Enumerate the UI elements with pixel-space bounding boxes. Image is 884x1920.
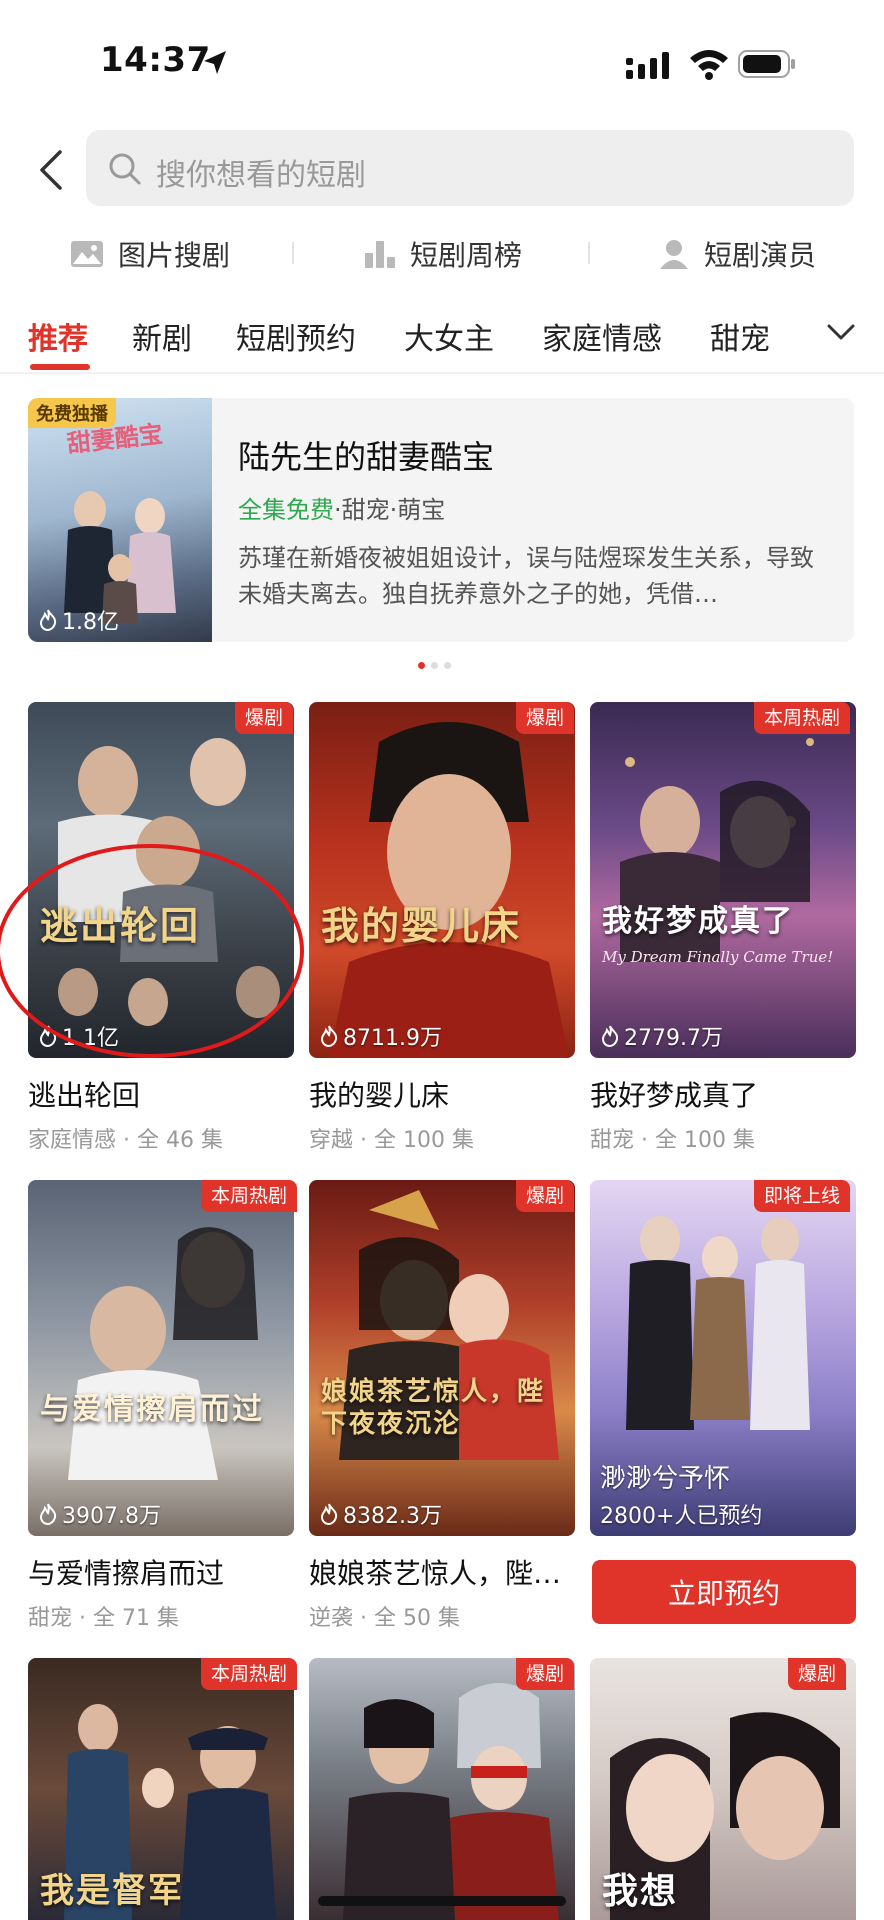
- poster-title: 我是督军: [40, 1871, 184, 1911]
- views-count: 2779.7万: [624, 1026, 723, 1051]
- image-icon: [71, 241, 103, 267]
- search-icon: [109, 153, 141, 185]
- hot-badge: 本周热剧: [201, 1658, 298, 1690]
- drama-card-poster[interactable]: 我想: [590, 1658, 856, 1920]
- banner-genres: ·甜宠·萌宝: [334, 496, 446, 524]
- poster-title: 娘娘茶艺惊人，陛下夜夜沉沦: [321, 1377, 546, 1439]
- divider: [588, 242, 590, 264]
- poster-figures: [620, 738, 814, 962]
- person-icon: [660, 240, 688, 269]
- flame-icon: [601, 1025, 619, 1047]
- reserve-count: 2800+人已预约: [600, 1504, 763, 1529]
- flame-icon: [320, 1503, 338, 1525]
- drama-meta: 甜宠 · 全 71 集: [28, 1606, 179, 1631]
- carousel-dots: [418, 662, 451, 669]
- active-tab-indicator: [30, 364, 90, 370]
- poster-title: 我好梦成真了: [602, 904, 794, 939]
- hot-badge: 本周热剧: [201, 1180, 298, 1212]
- banner-tags: 全集免费·甜宠·萌宝: [238, 490, 445, 525]
- hot-badge: 爆剧: [788, 1658, 847, 1690]
- chevron-down-icon[interactable]: [826, 322, 856, 342]
- home-indicator[interactable]: [318, 1896, 566, 1906]
- drama-title[interactable]: 与爱情擦肩而过: [28, 1552, 224, 1592]
- drama-card-poster[interactable]: 与爱情擦肩而过: [28, 1180, 294, 1536]
- views: 8711.9万: [319, 1020, 442, 1052]
- drama-meta: 穿越 · 全 100 集: [309, 1128, 474, 1153]
- drama-title[interactable]: 逃出轮回: [28, 1074, 140, 1114]
- drama-title[interactable]: 渺渺兮予怀: [600, 1458, 730, 1495]
- drama-meta: 逆袭 · 全 50 集: [309, 1606, 460, 1631]
- tab-sweet[interactable]: 甜宠: [710, 314, 770, 358]
- banner-views-count: 1.8亿: [62, 610, 119, 635]
- actors-label: 短剧演员: [704, 239, 817, 272]
- tab-family[interactable]: 家庭情感: [542, 314, 662, 358]
- actors-entry[interactable]: 短剧演员: [658, 232, 816, 276]
- bar-chart-icon: [365, 241, 395, 268]
- status-time: 14:37: [100, 40, 211, 80]
- hot-badge: 爆剧: [516, 702, 575, 734]
- battery-icon: [738, 50, 795, 78]
- poster-title: 我想: [602, 1871, 679, 1912]
- poster-title: 我的婴儿床: [321, 904, 522, 948]
- poster-figures: [339, 1190, 559, 1460]
- drama-card-poster[interactable]: 我是督军: [28, 1658, 294, 1920]
- poster-title: 与爱情擦肩而过: [40, 1392, 264, 1427]
- drama-card-poster[interactable]: [309, 1658, 575, 1920]
- weekly-ranking-label: 短剧周榜: [410, 239, 523, 272]
- weekly-ranking-entry[interactable]: 短剧周榜: [364, 232, 522, 276]
- tab-reservation[interactable]: 短剧预约: [236, 314, 356, 358]
- back-arrow-icon[interactable]: [36, 148, 66, 192]
- views: 3907.8万: [38, 1498, 161, 1530]
- cellular-signal-icon: [626, 52, 669, 79]
- hot-badge: 爆剧: [235, 702, 294, 734]
- carousel-dot-active: [418, 662, 425, 669]
- views: 2779.7万: [600, 1020, 723, 1052]
- divider: [292, 242, 294, 264]
- hot-badge: 爆剧: [516, 1658, 575, 1690]
- carousel-dot: [431, 662, 438, 669]
- tab-new[interactable]: 新剧: [132, 314, 192, 358]
- drama-card-poster[interactable]: 我好梦成真了 My Dream Finally Came True!: [590, 702, 856, 1058]
- wifi-icon: [690, 50, 728, 80]
- views-count: 3907.8万: [62, 1504, 161, 1529]
- poster-figures: [343, 1683, 559, 1920]
- banner-views: 1.8亿: [38, 604, 119, 636]
- location-arrow-icon: [204, 51, 226, 74]
- hot-badge: 爆剧: [516, 1180, 575, 1212]
- annotation-circle: [0, 844, 304, 1058]
- carousel-dot: [444, 662, 451, 669]
- poster-subtitle: My Dream Finally Came True!: [602, 948, 834, 966]
- image-search-entry[interactable]: 图片搜剧: [70, 232, 230, 276]
- tab-recommend[interactable]: 推荐: [28, 314, 88, 358]
- drama-card-poster[interactable]: 娘娘茶艺惊人，陛下夜夜沉沦: [309, 1180, 575, 1536]
- hot-badge: 本周热剧: [754, 702, 851, 734]
- banner-description: 苏瑾在新婚夜被姐姐设计，误与陆煜琛发生关系，导致未婚夫离去。独自抚养意外之子的她…: [238, 544, 814, 608]
- flame-icon: [39, 609, 57, 631]
- search-placeholder: 搜你想看的短剧: [156, 158, 366, 193]
- poster-figures: [329, 722, 569, 1058]
- views-count: 8382.3万: [343, 1504, 442, 1529]
- tab-divider: [0, 372, 884, 374]
- drama-card-poster[interactable]: 我的婴儿床: [309, 702, 575, 1058]
- drama-title[interactable]: 我的婴儿床: [309, 1074, 449, 1114]
- free-tag: 全集免费: [238, 496, 334, 524]
- drama-meta: 甜宠 · 全 100 集: [590, 1128, 755, 1153]
- flame-icon: [320, 1025, 338, 1047]
- drama-title[interactable]: 娘娘茶艺惊人，陛…: [309, 1552, 561, 1592]
- views-count: 8711.9万: [343, 1026, 442, 1051]
- views: 8382.3万: [319, 1498, 442, 1530]
- drama-title[interactable]: 我好梦成真了: [590, 1074, 758, 1114]
- flame-icon: [39, 1503, 57, 1525]
- banner-badge: 免费独播: [28, 398, 116, 428]
- banner-title[interactable]: 陆先生的甜妻酷宝: [238, 432, 494, 478]
- tab-female-lead[interactable]: 大女主: [404, 314, 494, 358]
- poster-figures: [68, 1227, 258, 1480]
- coming-soon-badge: 即将上线: [754, 1180, 851, 1212]
- drama-meta: 家庭情感 · 全 46 集: [28, 1128, 223, 1153]
- reserve-button[interactable]: 立即预约: [592, 1560, 856, 1624]
- image-search-label: 图片搜剧: [118, 239, 231, 272]
